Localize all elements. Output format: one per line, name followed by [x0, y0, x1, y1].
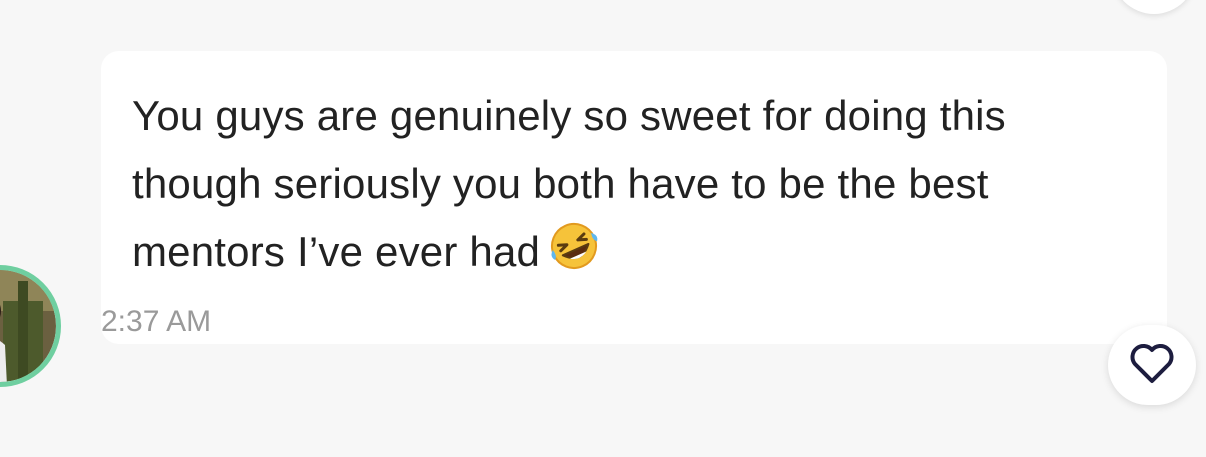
heart-outline-icon: [1127, 341, 1177, 390]
like-button[interactable]: [1108, 325, 1196, 405]
message-text: You guys are genuinely so sweet for doin…: [132, 82, 1142, 292]
message-timestamp: 2:37 AM: [101, 305, 212, 338]
avatar[interactable]: [0, 261, 65, 391]
top-reaction-button[interactable]: [1112, 0, 1196, 14]
rolling-on-floor-laughing-icon: [546, 220, 602, 292]
